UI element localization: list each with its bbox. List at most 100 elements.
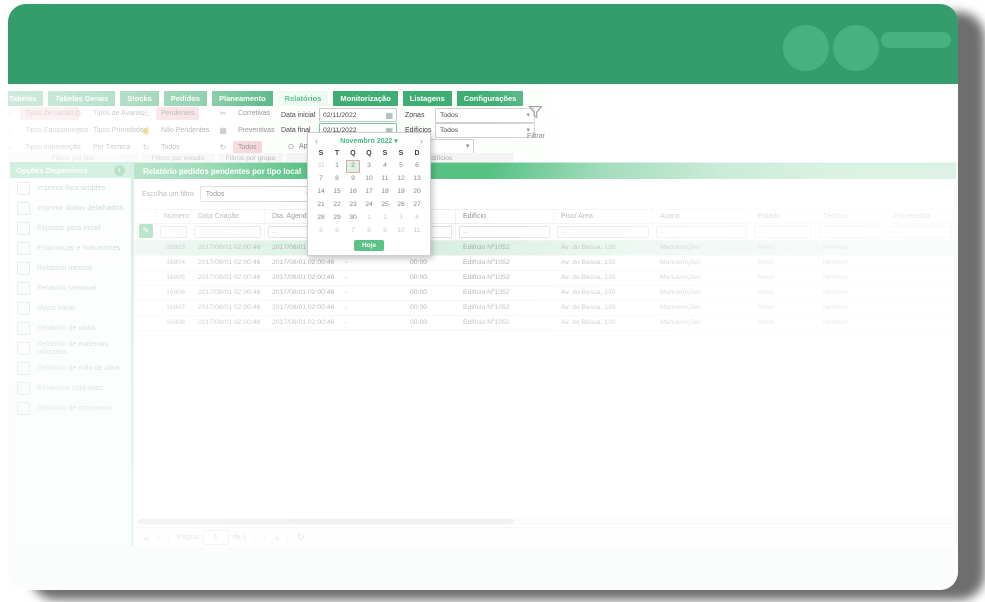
- calendar-day[interactable]: 24: [361, 199, 377, 212]
- sidebar-item[interactable]: Exportar para excel: [10, 218, 131, 238]
- calendar-day[interactable]: 23: [345, 199, 361, 212]
- column-filter-input[interactable]: ...: [656, 226, 747, 238]
- calendar-day[interactable]: 15: [329, 186, 345, 199]
- sidebar-item[interactable]: Imprimir dados detalhados: [10, 198, 131, 218]
- calendar-day[interactable]: 5: [393, 160, 409, 173]
- first-page-button[interactable]: «: [144, 533, 149, 543]
- menu-tab[interactable]: Tabelas Gerais: [48, 91, 115, 106]
- sidebar-item[interactable]: Relatório de consumos: [10, 398, 131, 418]
- column-header[interactable]: Avaria: [653, 210, 751, 223]
- column-filter-input[interactable]: ...: [890, 226, 952, 238]
- sidebar-item[interactable]: Imprimir lista simples: [10, 178, 131, 198]
- calendar-day[interactable]: 22: [329, 199, 345, 212]
- calendar-day[interactable]: 7: [313, 173, 329, 186]
- edit-pencil-button[interactable]: ✎: [139, 224, 153, 238]
- column-header[interactable]: Data Criação: [191, 210, 265, 223]
- column-header[interactable]: Edifício: [456, 210, 554, 223]
- column-header[interactable]: Fornecedor: [887, 210, 956, 223]
- date-start-input[interactable]: 02/11/2022▦: [319, 108, 397, 122]
- column-filter-input[interactable]: [160, 226, 187, 238]
- table-row[interactable]: 16803 2017/08/01 02:00:46 2017/08/01 02:…: [134, 241, 956, 256]
- calendar-day[interactable]: 6: [409, 160, 425, 173]
- sidebar-item[interactable]: Relatório de materiais utilizados: [10, 338, 131, 358]
- menu-tab[interactable]: Tabelas: [8, 91, 43, 106]
- calendar-day[interactable]: 2: [377, 212, 393, 225]
- calendar-day[interactable]: 4: [409, 212, 425, 225]
- calendar-day[interactable]: 11: [409, 225, 425, 238]
- filter-funnel-icon[interactable]: [527, 104, 544, 121]
- calendar-day[interactable]: 5: [313, 225, 329, 238]
- calendar-day[interactable]: 12: [393, 173, 409, 186]
- calendar-day[interactable]: 27: [409, 199, 425, 212]
- column-filter-input[interactable]: ...: [459, 226, 550, 238]
- zones-select[interactable]: Todos▾: [435, 108, 535, 123]
- calendar-day[interactable]: 18: [377, 186, 393, 199]
- calendar-day[interactable]: 11: [377, 173, 393, 186]
- next-month-icon[interactable]: ›: [420, 136, 423, 146]
- column-header[interactable]: [134, 210, 157, 223]
- calendar-day[interactable]: 21: [313, 199, 329, 212]
- filter-group-button[interactable]: Preventivas: [233, 124, 280, 137]
- calendar-day[interactable]: 13: [409, 173, 425, 186]
- table-row[interactable]: 16806 2017/08/01 02:00:46 2017/08/01 02:…: [134, 286, 956, 301]
- calendar-day[interactable]: 31: [313, 160, 329, 173]
- scrollbar-thumb[interactable]: [138, 519, 514, 524]
- menu-tab[interactable]: Monitorização: [333, 91, 397, 106]
- sidebar-item[interactable]: Estatísticas e Indicadores: [10, 238, 131, 258]
- table-row[interactable]: 16807 2017/08/01 02:00:46 2017/08/01 02:…: [134, 301, 956, 316]
- calendar-day[interactable]: 17: [361, 186, 377, 199]
- column-filter-input[interactable]: ...: [754, 226, 812, 238]
- menu-tab[interactable]: Relatórios: [278, 91, 329, 106]
- calendar-day[interactable]: 16: [345, 186, 361, 199]
- calendar-day[interactable]: 10: [393, 225, 409, 238]
- collapse-sidebar-icon[interactable]: ‹: [114, 165, 125, 176]
- month-year-dropdown[interactable]: Novembro 2022 ▾: [340, 137, 398, 145]
- table-row[interactable]: 16805 2017/08/01 02:00:46 2017/08/01 02:…: [134, 271, 956, 286]
- column-filter-input[interactable]: ...: [819, 226, 883, 238]
- column-header[interactable]: Estado: [751, 210, 816, 223]
- calendar-day[interactable]: 2: [346, 160, 360, 173]
- calendar-day[interactable]: 9: [345, 173, 361, 186]
- calendar-day[interactable]: 9: [377, 225, 393, 238]
- calendar-day[interactable]: 1: [361, 212, 377, 225]
- column-filter-input[interactable]: ...: [557, 226, 649, 238]
- calendar-day[interactable]: 26: [393, 199, 409, 212]
- table-row[interactable]: 16804 2017/08/01 02:00:46 2017/08/01 02:…: [134, 256, 956, 271]
- filter-state-button[interactable]: Não Pendentes: [156, 124, 214, 137]
- column-header[interactable]: Piso/ Area: [554, 210, 653, 223]
- calendar-day[interactable]: 8: [361, 225, 377, 238]
- calendar-day[interactable]: 19: [393, 186, 409, 199]
- sidebar-item[interactable]: Relatórios conjuntos: [10, 378, 131, 398]
- calendar-day[interactable]: 8: [329, 173, 345, 186]
- prev-page-button[interactable]: ‹: [157, 533, 160, 543]
- filter-button-label[interactable]: Filtrar: [520, 133, 552, 140]
- reload-icon[interactable]: ↻: [296, 532, 304, 543]
- column-header[interactable]: Número: [157, 210, 191, 223]
- last-page-button[interactable]: »: [274, 533, 279, 543]
- calendar-day[interactable]: 7: [345, 225, 361, 238]
- calendar-day[interactable]: 29: [329, 212, 345, 225]
- calendar-day[interactable]: 20: [409, 186, 425, 199]
- calendar-day[interactable]: 3: [393, 212, 409, 225]
- sidebar-item[interactable]: Relatório semanal: [10, 278, 131, 298]
- menu-tab[interactable]: Configurações: [457, 91, 524, 106]
- menu-tab[interactable]: Pedidos: [164, 91, 207, 106]
- sidebar-item[interactable]: Mapa horas: [10, 298, 131, 318]
- calendar-day[interactable]: 14: [313, 186, 329, 199]
- filter-group-button[interactable]: Corretivas: [233, 107, 275, 120]
- calendar-day[interactable]: 10: [361, 173, 377, 186]
- table-row[interactable]: 16808 2017/08/01 02:00:46 2017/08/01 02:…: [134, 316, 956, 331]
- calendar-day[interactable]: 4: [377, 160, 393, 173]
- menu-tab[interactable]: Stocks: [120, 91, 159, 106]
- menu-tab[interactable]: Listagens: [403, 91, 452, 106]
- column-header[interactable]: Técnico: [816, 210, 887, 223]
- calendar-grid-icon[interactable]: ▦: [385, 111, 393, 120]
- menu-tab[interactable]: Planeamento: [212, 91, 273, 106]
- calendar-day[interactable]: 1: [329, 160, 345, 173]
- prev-month-icon[interactable]: ‹: [315, 136, 318, 146]
- filter-state-button[interactable]: Pendentes: [156, 107, 199, 120]
- choose-filter-select[interactable]: Todos▾: [200, 186, 316, 202]
- column-filter-input[interactable]: [194, 226, 261, 238]
- today-button[interactable]: Hoje: [354, 240, 384, 251]
- calendar-day[interactable]: 25: [377, 199, 393, 212]
